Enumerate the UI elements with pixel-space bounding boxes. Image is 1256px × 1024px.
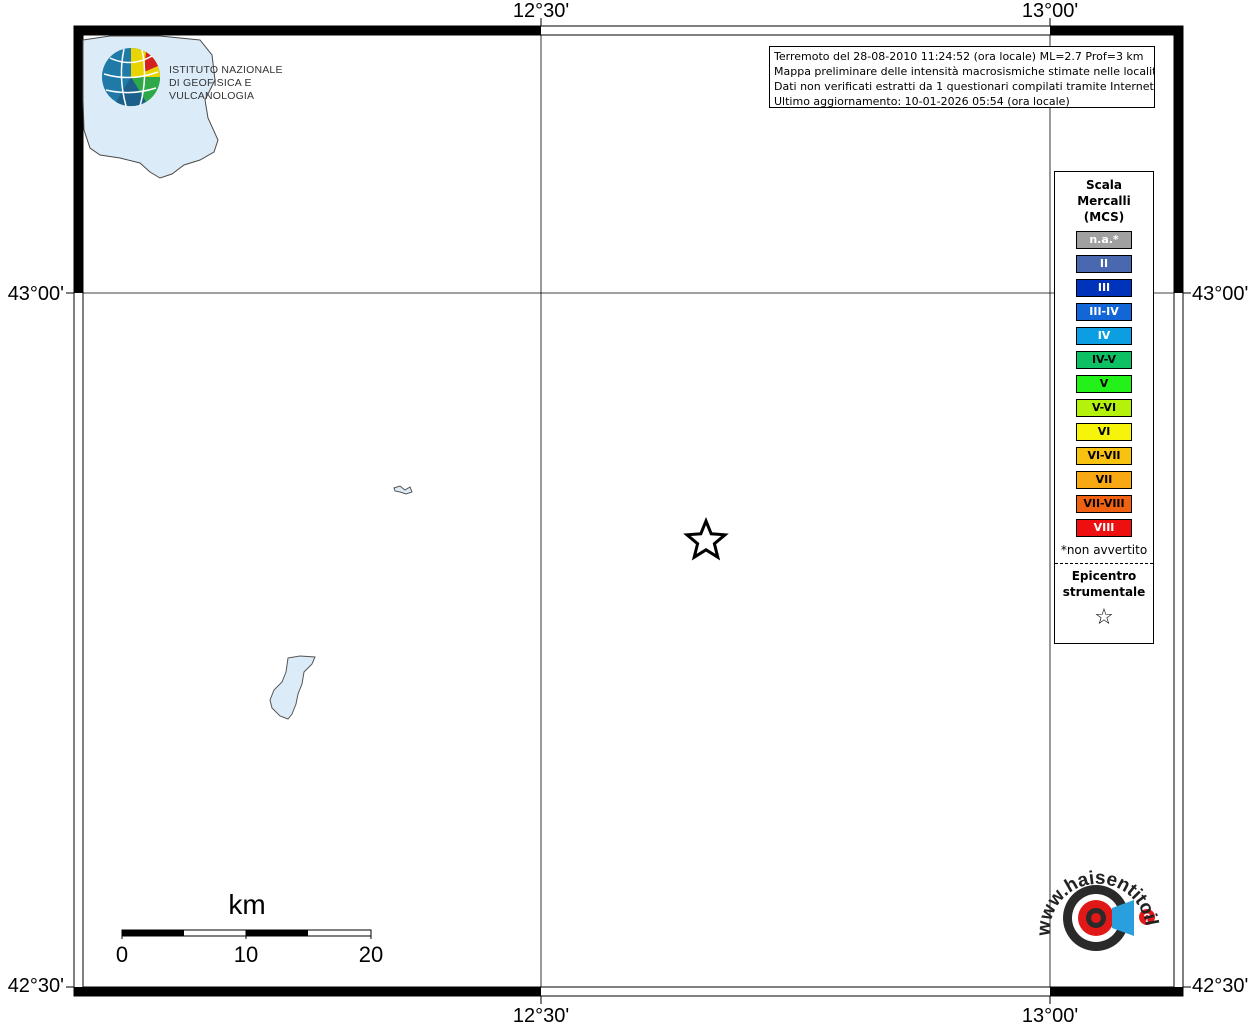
- legend-title-line3: (MCS): [1083, 210, 1125, 224]
- ingv-name-line1: ISTITUTO NAZIONALE: [169, 64, 283, 76]
- legend-item-1: II: [1076, 255, 1132, 273]
- lon-label-top-2: 13°00': [1022, 0, 1078, 22]
- legend-items: n.a.* II III III-IV IV IV-V V V-VI VI VI-VII VII VI…: [1055, 231, 1153, 537]
- lat-label-left-2: 42°30': [8, 975, 64, 997]
- legend-epicenter-star-icon: ☆: [1094, 605, 1114, 630]
- map-inner-frame: [82, 34, 1175, 988]
- scale-tick-20: 20: [359, 942, 383, 967]
- ingv-logo: ISTITUTO NAZIONALE DI GEOFISICA E VULCAN…: [100, 46, 310, 108]
- legend-item-0: n.a.*: [1076, 231, 1132, 249]
- legend-epicenter-line2: strumentale: [1062, 585, 1146, 599]
- scale-bar-title: km: [228, 889, 265, 920]
- haisentito-logo: ? www.haisentitoilterremoto.it: [1036, 858, 1160, 976]
- legend-item-4: IV: [1076, 327, 1132, 345]
- event-info-line2: Mappa preliminare delle intensità macros…: [774, 65, 1155, 78]
- lat-label-left-1: 43°00': [8, 283, 64, 305]
- lon-label-top-1: 12°30': [513, 0, 569, 22]
- lon-label-bottom-1: 12°30': [513, 1005, 569, 1024]
- legend-item-8: VI: [1076, 423, 1132, 441]
- legend-item-11: VII-VIII: [1076, 495, 1132, 513]
- legend-title-line2: Mercalli: [1077, 194, 1131, 208]
- haisentito-logo-graphic: ? www.haisentitoilterremoto.it: [1036, 858, 1160, 951]
- scale-tick-0: 0: [116, 942, 128, 967]
- ingv-name-line2: DI GEOFISICA E VULCANOLOGIA: [169, 77, 255, 102]
- legend-item-2: III: [1076, 279, 1132, 297]
- legend-epicenter-line1: Epicentro: [1071, 569, 1137, 583]
- scale-tick-10: 10: [234, 942, 258, 967]
- ingv-globe-icon: [102, 48, 161, 107]
- event-info-line4: Ultimo aggiornamento: 10-01-2026 05:54 (…: [774, 95, 1070, 108]
- legend-separator: [1055, 563, 1153, 564]
- legend-item-10: VII: [1076, 471, 1132, 489]
- legend-item-5: IV-V: [1076, 351, 1132, 369]
- event-info-line1: Terremoto del 28-08-2010 11:24:52 (ora l…: [774, 50, 1144, 63]
- legend-title-line1: Scala: [1085, 178, 1123, 192]
- lon-label-bottom-2: 13°00': [1022, 1005, 1078, 1024]
- legend-item-9: VI-VII: [1076, 447, 1132, 465]
- legend-item-12: VIII: [1076, 519, 1132, 537]
- lat-label-right-2: 42°30': [1192, 975, 1248, 997]
- event-info-line3: Dati non verificati estratti da 1 questi…: [774, 80, 1155, 93]
- legend-item-6: V: [1076, 375, 1132, 393]
- lat-label-right-1: 43°00': [1192, 283, 1248, 305]
- intensity-legend: Scala Mercalli (MCS) n.a.* II III III-IV IV I…: [1054, 171, 1154, 644]
- legend-item-3: III-IV: [1076, 303, 1132, 321]
- legend-note: *non avvertito: [1060, 543, 1148, 557]
- event-info-box: Terremoto del 28-08-2010 11:24:52 (ora l…: [769, 46, 1155, 108]
- legend-item-7: V-VI: [1076, 399, 1132, 417]
